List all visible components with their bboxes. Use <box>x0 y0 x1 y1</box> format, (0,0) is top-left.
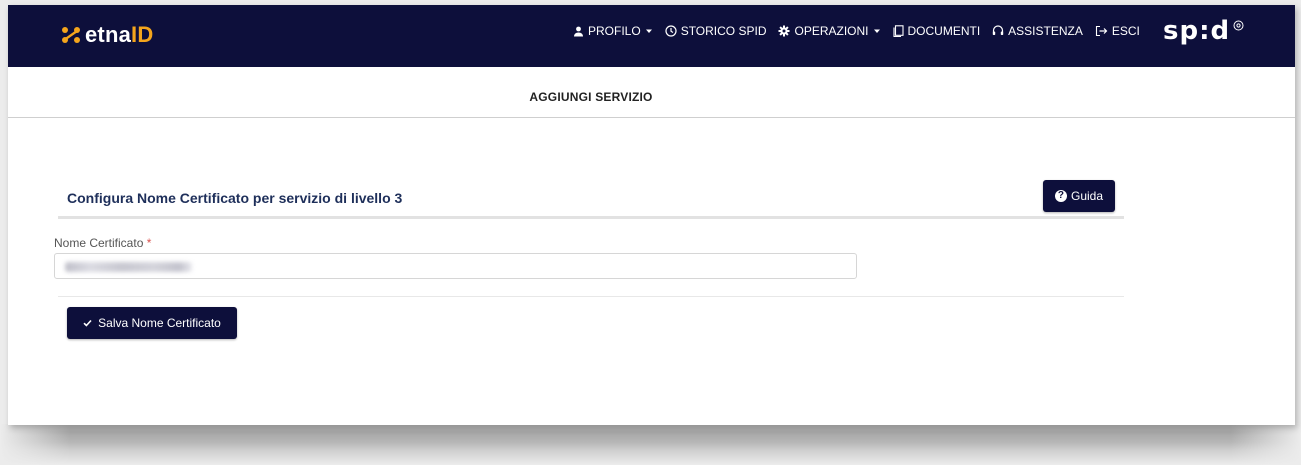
nav-esci-label: ESCI <box>1111 24 1140 38</box>
nav-profilo[interactable]: PROFILO <box>573 24 653 38</box>
gear-icon <box>778 25 790 37</box>
app-window: etnaID PROFILO STORICO SPID OPERAZIONI D… <box>8 5 1295 425</box>
guida-button-label: Guida <box>1070 189 1104 203</box>
nav-documenti-label: DOCUMENTI <box>907 24 981 38</box>
nav-storico-spid-label: STORICO SPID <box>680 24 767 38</box>
nav-assistenza-label: ASSISTENZA <box>1008 24 1083 38</box>
nav-storico-spid[interactable]: STORICO SPID <box>665 24 767 38</box>
form-divider <box>58 296 1124 297</box>
nav-esci[interactable]: ESCI <box>1095 24 1140 38</box>
page-title: AGGIUNGI SERVIZIO <box>529 90 653 104</box>
section-divider <box>58 216 1124 219</box>
save-certificate-button[interactable]: Salva Nome Certificato <box>67 307 237 339</box>
caret-down-icon <box>873 29 880 33</box>
background-strip <box>0 424 1301 465</box>
guida-button[interactable]: ? Guida <box>1043 180 1115 212</box>
nav-operazioni[interactable]: OPERAZIONI <box>778 24 880 38</box>
etnaid-logo[interactable]: etnaID <box>61 22 153 48</box>
registered-icon <box>1233 20 1244 31</box>
nav-assistenza[interactable]: ASSISTENZA <box>992 24 1083 38</box>
logo-text-main: etna <box>85 22 132 47</box>
field-label-text: Nome Certificato <box>54 236 144 250</box>
caret-down-icon <box>645 29 652 33</box>
spid-logo[interactable]: sp:d <box>1163 18 1244 44</box>
question-circle-icon: ? <box>1054 190 1067 202</box>
user-icon <box>574 26 583 36</box>
nav-operazioni-label: OPERAZIONI <box>794 24 869 38</box>
headset-icon <box>992 25 1004 35</box>
check-icon <box>83 319 92 327</box>
nome-certificato-label: Nome Certificato * <box>54 236 151 250</box>
main-nav: PROFILO STORICO SPID OPERAZIONI DOCUMENT… <box>573 23 1140 39</box>
required-mark: * <box>146 236 152 250</box>
page-heading-bar: AGGIUNGI SERVIZIO <box>8 67 1295 118</box>
redacted-value <box>65 262 192 272</box>
section-title: Configura Nome Certificato per servizio … <box>67 190 403 206</box>
clock-icon <box>665 25 677 37</box>
logo-mark-icon <box>62 27 80 43</box>
logout-icon <box>1095 25 1108 37</box>
logo-text-accent: ID <box>131 22 154 47</box>
save-button-label: Salva Nome Certificato <box>98 316 221 330</box>
nav-profilo-label: PROFILO <box>588 24 641 38</box>
document-icon <box>892 25 904 37</box>
nav-documenti[interactable]: DOCUMENTI <box>892 24 981 38</box>
top-navbar: etnaID PROFILO STORICO SPID OPERAZIONI D… <box>8 5 1295 67</box>
spid-text: sp:d <box>1163 16 1231 46</box>
